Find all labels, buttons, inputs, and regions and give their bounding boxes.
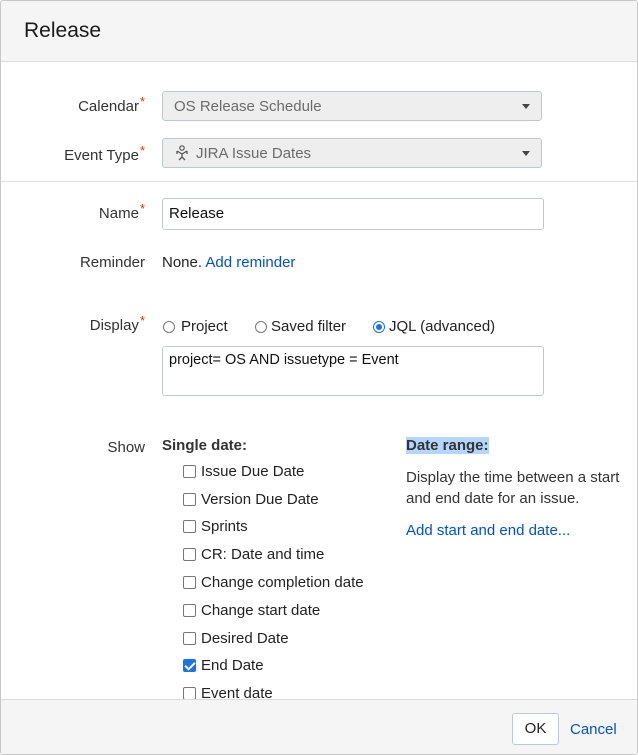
name-label-text: Name — [98, 205, 139, 222]
checkbox-label: Sprints — [201, 518, 248, 535]
single-date-heading: Single date: — [162, 437, 248, 454]
radio-project[interactable]: Project — [163, 318, 228, 335]
date-range-heading-text: Date range: — [406, 437, 489, 454]
radio-button[interactable] — [255, 320, 267, 333]
date-range-heading: Date range: — [406, 437, 489, 454]
radio-jql[interactable]: JQL (advanced) — [373, 318, 495, 335]
release-dialog: Release Calendar* OS Release Schedule Ev… — [0, 0, 638, 755]
radio-saved-filter[interactable]: Saved filter — [255, 318, 346, 335]
radio-button-selected[interactable] — [373, 320, 385, 333]
event-type-select[interactable]: JIRA Issue Dates — [162, 138, 542, 168]
checkbox[interactable] — [183, 548, 196, 561]
checkbox[interactable] — [183, 465, 196, 478]
checkbox-end-date[interactable]: End Date — [183, 657, 264, 674]
checkbox-label: Version Due Date — [201, 491, 319, 508]
calendar-select[interactable]: OS Release Schedule — [162, 91, 542, 121]
jira-icon — [176, 145, 188, 161]
required-mark: * — [139, 201, 145, 216]
checkbox[interactable] — [183, 576, 196, 589]
event-type-value-text: JIRA Issue Dates — [196, 145, 312, 162]
dialog-title: Release — [24, 19, 102, 42]
checkbox[interactable] — [183, 493, 196, 506]
name-label: Name* — [25, 201, 145, 222]
event-type-label: Event Type* — [25, 143, 145, 164]
checkbox-label: Desired Date — [201, 630, 289, 647]
jql-query-textarea[interactable]: project= OS AND issuetype = Event — [162, 346, 544, 396]
ok-button[interactable]: OK — [512, 713, 559, 745]
checkbox-desired-date[interactable]: Desired Date — [183, 630, 289, 647]
checkbox-label: CR: Date and time — [201, 546, 325, 563]
checkbox-change-completion-date[interactable]: Change completion date — [183, 574, 364, 591]
show-label: Show — [107, 439, 145, 456]
checkbox-change-start-date[interactable]: Change start date — [183, 602, 320, 619]
calendar-label: Calendar* — [25, 94, 145, 115]
checkbox-label: Change completion date — [201, 574, 364, 591]
dialog-footer: OK Cancel — [1, 699, 637, 754]
checkbox[interactable] — [183, 604, 196, 617]
calendar-label-text: Calendar — [78, 98, 139, 115]
radio-saved-filter-label: Saved filter — [271, 318, 347, 335]
display-label-text: Display — [89, 317, 139, 334]
event-type-label-text: Event Type — [64, 147, 139, 164]
checkbox-label: Change start date — [201, 602, 321, 619]
name-input[interactable]: Release — [162, 198, 544, 230]
chevron-down-icon — [522, 104, 530, 109]
reminder-label: Reminder — [79, 254, 145, 271]
section-divider — [1, 181, 637, 182]
required-mark: * — [139, 313, 145, 328]
checkbox-label: End Date — [201, 657, 264, 674]
checkbox-cr-date-time[interactable]: CR: Date and time — [183, 546, 324, 563]
calendar-select-value: OS Release Schedule — [174, 98, 322, 115]
required-mark: * — [139, 94, 145, 109]
checkbox-sprints[interactable]: Sprints — [183, 518, 248, 535]
required-mark: * — [139, 143, 145, 158]
event-type-select-value: JIRA Issue Dates — [174, 145, 311, 162]
add-start-end-date-link[interactable]: Add start and end date... — [406, 522, 570, 539]
chevron-down-icon — [522, 151, 530, 156]
reminder-none-text: None. — [162, 254, 203, 271]
checkbox-checked[interactable] — [183, 659, 196, 672]
reminder-value: None. Add reminder — [162, 254, 295, 271]
radio-button[interactable] — [163, 320, 175, 333]
dialog-header: Release — [1, 1, 637, 62]
checkbox-version-due-date[interactable]: Version Due Date — [183, 491, 319, 508]
checkbox-issue-due-date[interactable]: Issue Due Date — [183, 463, 304, 480]
add-reminder-link[interactable]: Add reminder — [205, 254, 295, 271]
cancel-link[interactable]: Cancel — [570, 721, 617, 738]
radio-jql-label: JQL (advanced) — [389, 318, 496, 335]
checkbox[interactable] — [183, 632, 196, 645]
radio-project-label: Project — [181, 318, 228, 335]
checkbox[interactable] — [183, 520, 196, 533]
date-range-description: Display the time between a start and end… — [406, 469, 620, 507]
checkbox-label: Issue Due Date — [201, 463, 305, 480]
display-label: Display* — [25, 313, 145, 334]
